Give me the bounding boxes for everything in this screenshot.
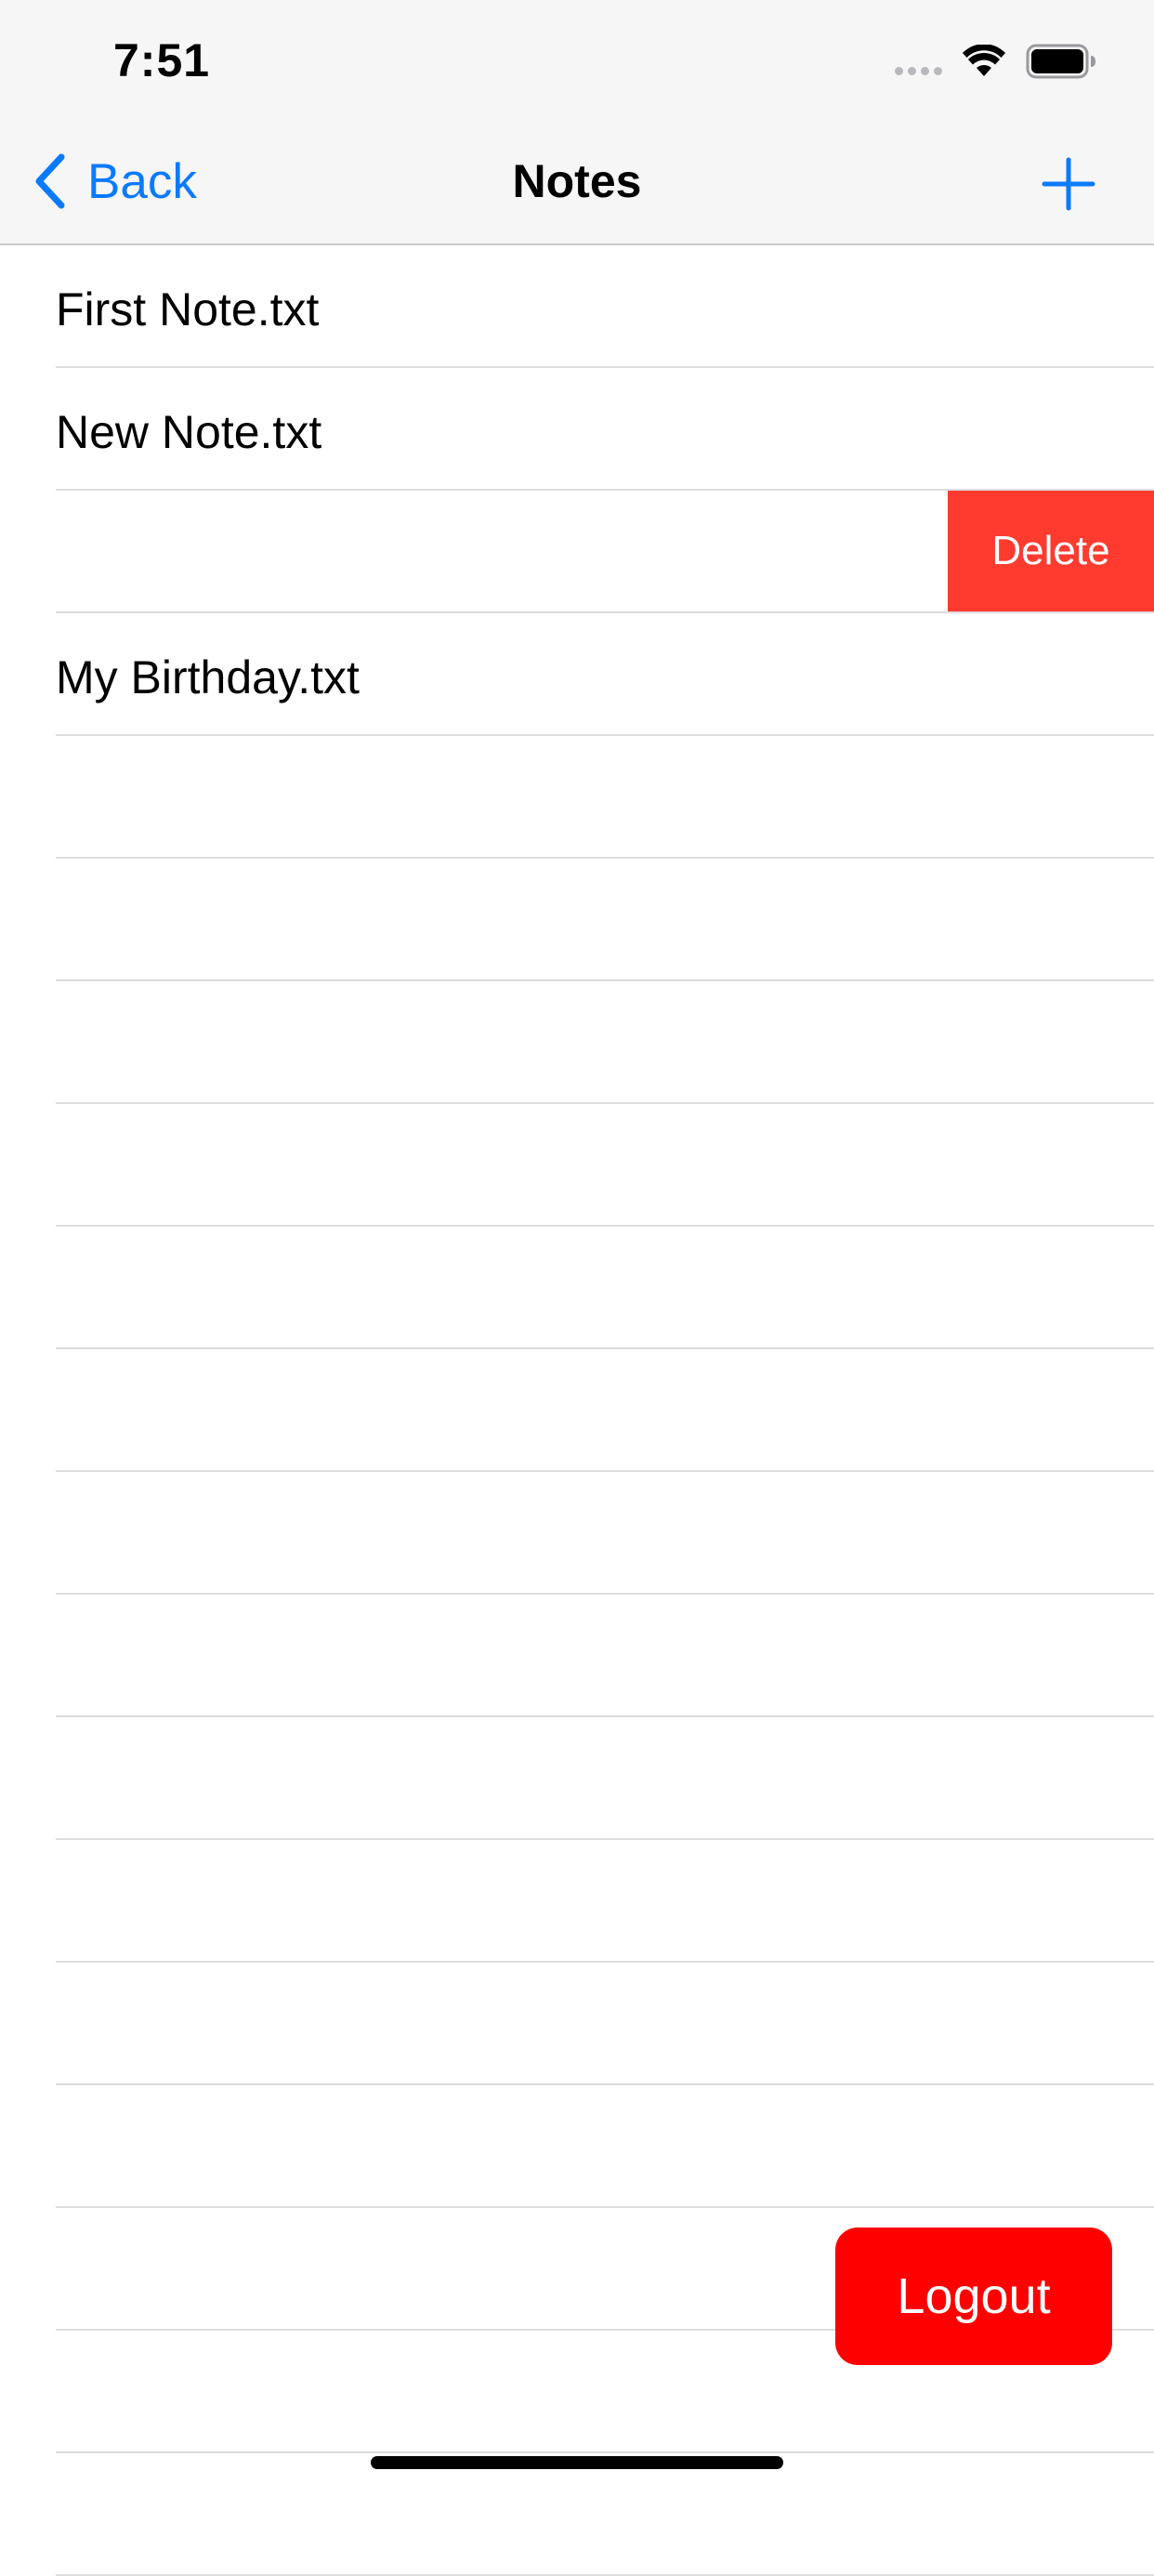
note-title: First Note.txt (56, 283, 320, 335)
empty-row (0, 2453, 1154, 2576)
list-item[interactable]: My Birthday.txt (0, 613, 1154, 736)
add-note-button[interactable] (1041, 156, 1096, 212)
empty-row (0, 736, 1154, 859)
empty-row (0, 859, 1154, 981)
empty-row (0, 1595, 1154, 1717)
notes-list: First Note.txt New Note.txt t Delete My … (0, 245, 1154, 2576)
empty-row (0, 1349, 1154, 1472)
note-title: New Note.txt (56, 406, 322, 458)
empty-row (0, 1840, 1154, 1963)
list-item[interactable]: First Note.txt (0, 245, 1154, 368)
delete-button[interactable]: Delete (948, 491, 1154, 611)
home-indicator (371, 2456, 783, 2469)
logout-button[interactable]: Logout (835, 2228, 1112, 2365)
battery-icon (1026, 44, 1095, 79)
wifi-icon (963, 45, 1005, 76)
navigation-header: 7:51 Back Notes (0, 0, 1154, 245)
empty-row (0, 1227, 1154, 1349)
empty-row (0, 1104, 1154, 1227)
list-item[interactable]: New Note.txt (0, 368, 1154, 491)
empty-row (0, 981, 1154, 1104)
empty-row (0, 1963, 1154, 2085)
plus-icon (1042, 157, 1095, 211)
status-indicators (895, 41, 1096, 82)
list-item-swiped[interactable]: t Delete (0, 491, 1154, 613)
page-title: Notes (512, 155, 642, 207)
note-title: My Birthday.txt (56, 651, 360, 703)
empty-row (0, 1472, 1154, 1595)
cellular-signal-icon (895, 47, 942, 75)
status-time: 7:51 (113, 34, 211, 86)
empty-row (0, 2085, 1154, 2208)
empty-row (0, 1717, 1154, 1840)
